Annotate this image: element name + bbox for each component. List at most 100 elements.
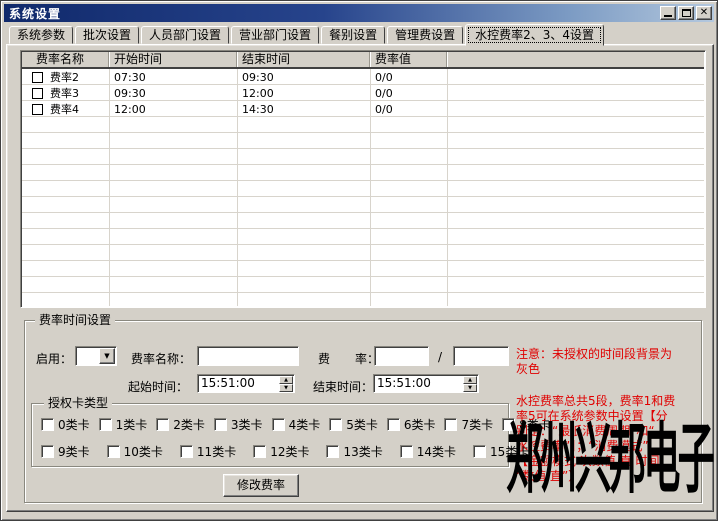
card-type-label: 4类卡 xyxy=(289,416,321,433)
checkbox-icon[interactable] xyxy=(272,418,285,431)
end-time-cell: 14:30 xyxy=(237,103,370,116)
card-type-checkbox-13[interactable]: 13类卡 xyxy=(326,443,382,460)
spinner-down-icon[interactable]: ▼ xyxy=(279,384,293,392)
checkbox-icon[interactable] xyxy=(444,418,457,431)
card-type-row-1: 0类卡 1类卡 2类卡 3类卡 4类卡 5类卡 6类卡 7类卡 8类卡 xyxy=(41,416,560,433)
table-body: 费率2 07:30 09:30 0/0 费率3 09:30 12:00 0/0 … xyxy=(22,69,704,306)
rate-name: 费率2 xyxy=(50,69,79,85)
card-type-checkbox-4[interactable]: 4类卡 xyxy=(272,416,321,433)
rate-value-cell: 0/0 xyxy=(370,71,447,84)
card-type-label: 11类卡 xyxy=(197,443,236,460)
rate-name-label: 费率名称： xyxy=(131,350,191,367)
titlebar-buttons: ✕ xyxy=(660,6,712,20)
tab-meal-category[interactable]: 餐别设置 xyxy=(321,26,385,44)
rate-time-settings-legend: 费率时间设置 xyxy=(35,313,115,328)
card-type-checkbox-3[interactable]: 3类卡 xyxy=(214,416,263,433)
column-header-start-time[interactable]: 开始时间 xyxy=(109,52,237,67)
checkbox-icon[interactable] xyxy=(387,418,400,431)
checkbox-icon[interactable] xyxy=(326,445,339,458)
card-type-checkbox-7[interactable]: 7类卡 xyxy=(444,416,493,433)
row-checkbox[interactable] xyxy=(32,88,43,99)
minimize-button[interactable] xyxy=(660,6,676,20)
checkbox-icon[interactable] xyxy=(329,418,342,431)
rate-value-input-2[interactable] xyxy=(453,346,509,366)
column-header-rate-value[interactable]: 费率值 xyxy=(370,52,447,67)
checkbox-icon[interactable] xyxy=(156,418,169,431)
note-unauthorized: 注意：未授权的时间段背景为 灰色 xyxy=(516,347,672,377)
card-type-checkbox-1[interactable]: 1类卡 xyxy=(99,416,148,433)
rate-name-input[interactable] xyxy=(197,346,299,366)
close-icon: ✕ xyxy=(700,7,708,19)
rate-value-cell: 0/0 xyxy=(370,87,447,100)
spinner-up-icon[interactable]: ▲ xyxy=(463,376,477,384)
tab-batch-settings[interactable]: 批次设置 xyxy=(75,26,139,44)
card-type-checkbox-11[interactable]: 11类卡 xyxy=(180,443,236,460)
start-time-cell: 07:30 xyxy=(109,71,237,84)
checkbox-icon[interactable] xyxy=(41,445,54,458)
checkbox-icon[interactable] xyxy=(99,418,112,431)
tab-business-dept[interactable]: 营业部门设置 xyxy=(231,26,319,44)
column-header-end-time[interactable]: 结束时间 xyxy=(237,52,370,67)
checkbox-icon[interactable] xyxy=(107,445,120,458)
tab-system-params[interactable]: 系统参数 xyxy=(9,26,73,44)
maximize-icon xyxy=(682,9,691,17)
spinner-up-icon[interactable]: ▲ xyxy=(279,376,293,384)
card-type-label: 7类卡 xyxy=(461,416,493,433)
card-type-checkbox-5[interactable]: 5类卡 xyxy=(329,416,378,433)
slash-separator: / xyxy=(438,350,442,364)
rate-value-input-1[interactable] xyxy=(374,346,429,366)
table-row[interactable]: 费率3 09:30 12:00 0/0 xyxy=(22,85,704,101)
column-header-rate-name[interactable]: 费率名称 xyxy=(22,52,109,67)
checkbox-icon[interactable] xyxy=(180,445,193,458)
start-time-cell: 09:30 xyxy=(109,87,237,100)
tab-bar: 系统参数 批次设置 人员部门设置 营业部门设置 餐别设置 管理费设置 水控费率2… xyxy=(9,26,606,45)
spinner-down-icon[interactable]: ▼ xyxy=(463,384,477,392)
watermark-text: 郑州兴邦电子 xyxy=(506,422,712,498)
start-time-spinner[interactable]: 15:51:00 ▲ ▼ xyxy=(197,374,295,393)
checkbox-icon[interactable] xyxy=(400,445,413,458)
card-type-label: 6类卡 xyxy=(404,416,436,433)
card-type-checkbox-12[interactable]: 12类卡 xyxy=(253,443,309,460)
rate-name: 费率4 xyxy=(50,101,79,117)
rate-name: 费率3 xyxy=(50,85,79,101)
checkbox-icon[interactable] xyxy=(41,418,54,431)
system-settings-window: 系统设置 ✕ 费率名称 开始时间 结束时间 费率值 费率2 xyxy=(0,0,718,521)
enable-combobox[interactable]: ▼ xyxy=(75,346,117,366)
tab-water-rate-234[interactable]: 水控费率2、3、4设置 xyxy=(465,24,604,46)
card-type-label: 0类卡 xyxy=(58,416,90,433)
close-button[interactable]: ✕ xyxy=(696,6,712,20)
card-type-label: 14类卡 xyxy=(417,443,456,460)
checkbox-icon[interactable] xyxy=(473,445,486,458)
end-time-label: 结束时间： xyxy=(313,378,373,395)
table-header: 费率名称 开始时间 结束时间 费率值 xyxy=(22,52,704,69)
card-type-label: 10类卡 xyxy=(124,443,163,460)
minimize-icon xyxy=(664,15,672,17)
card-type-label: 3类卡 xyxy=(231,416,263,433)
card-type-label: 13类卡 xyxy=(343,443,382,460)
column-header-empty[interactable] xyxy=(447,52,704,67)
table-row[interactable]: 费率4 12:00 14:30 0/0 xyxy=(22,101,704,117)
checkbox-icon[interactable] xyxy=(214,418,227,431)
row-checkbox[interactable] xyxy=(32,72,43,83)
rate-table: 费率名称 开始时间 结束时间 费率值 费率2 07:30 09:30 0/0 xyxy=(20,50,706,308)
checkbox-icon[interactable] xyxy=(253,445,266,458)
card-type-checkbox-9[interactable]: 9类卡 xyxy=(41,443,90,460)
tab-management-fee[interactable]: 管理费设置 xyxy=(387,26,463,44)
end-time-cell: 09:30 xyxy=(237,71,370,84)
tab-personnel-dept[interactable]: 人员部门设置 xyxy=(141,26,229,44)
card-type-checkbox-6[interactable]: 6类卡 xyxy=(387,416,436,433)
window-title: 系统设置 xyxy=(9,5,61,22)
end-time-spinner[interactable]: 15:51:00 ▲ ▼ xyxy=(373,374,479,393)
modify-rate-button[interactable]: 修改费率 xyxy=(223,474,299,497)
card-type-label: 12类卡 xyxy=(270,443,309,460)
card-type-checkbox-2[interactable]: 2类卡 xyxy=(156,416,205,433)
card-type-checkbox-10[interactable]: 10类卡 xyxy=(107,443,163,460)
card-type-checkbox-14[interactable]: 14类卡 xyxy=(400,443,456,460)
table-row[interactable]: 费率2 07:30 09:30 0/0 xyxy=(22,69,704,85)
card-type-checkbox-0[interactable]: 0类卡 xyxy=(41,416,90,433)
maximize-button[interactable] xyxy=(678,6,694,20)
titlebar[interactable]: 系统设置 ✕ xyxy=(4,4,714,22)
chevron-down-icon[interactable]: ▼ xyxy=(99,348,115,364)
rate-value-cell: 0/0 xyxy=(370,103,447,116)
row-checkbox[interactable] xyxy=(32,104,43,115)
